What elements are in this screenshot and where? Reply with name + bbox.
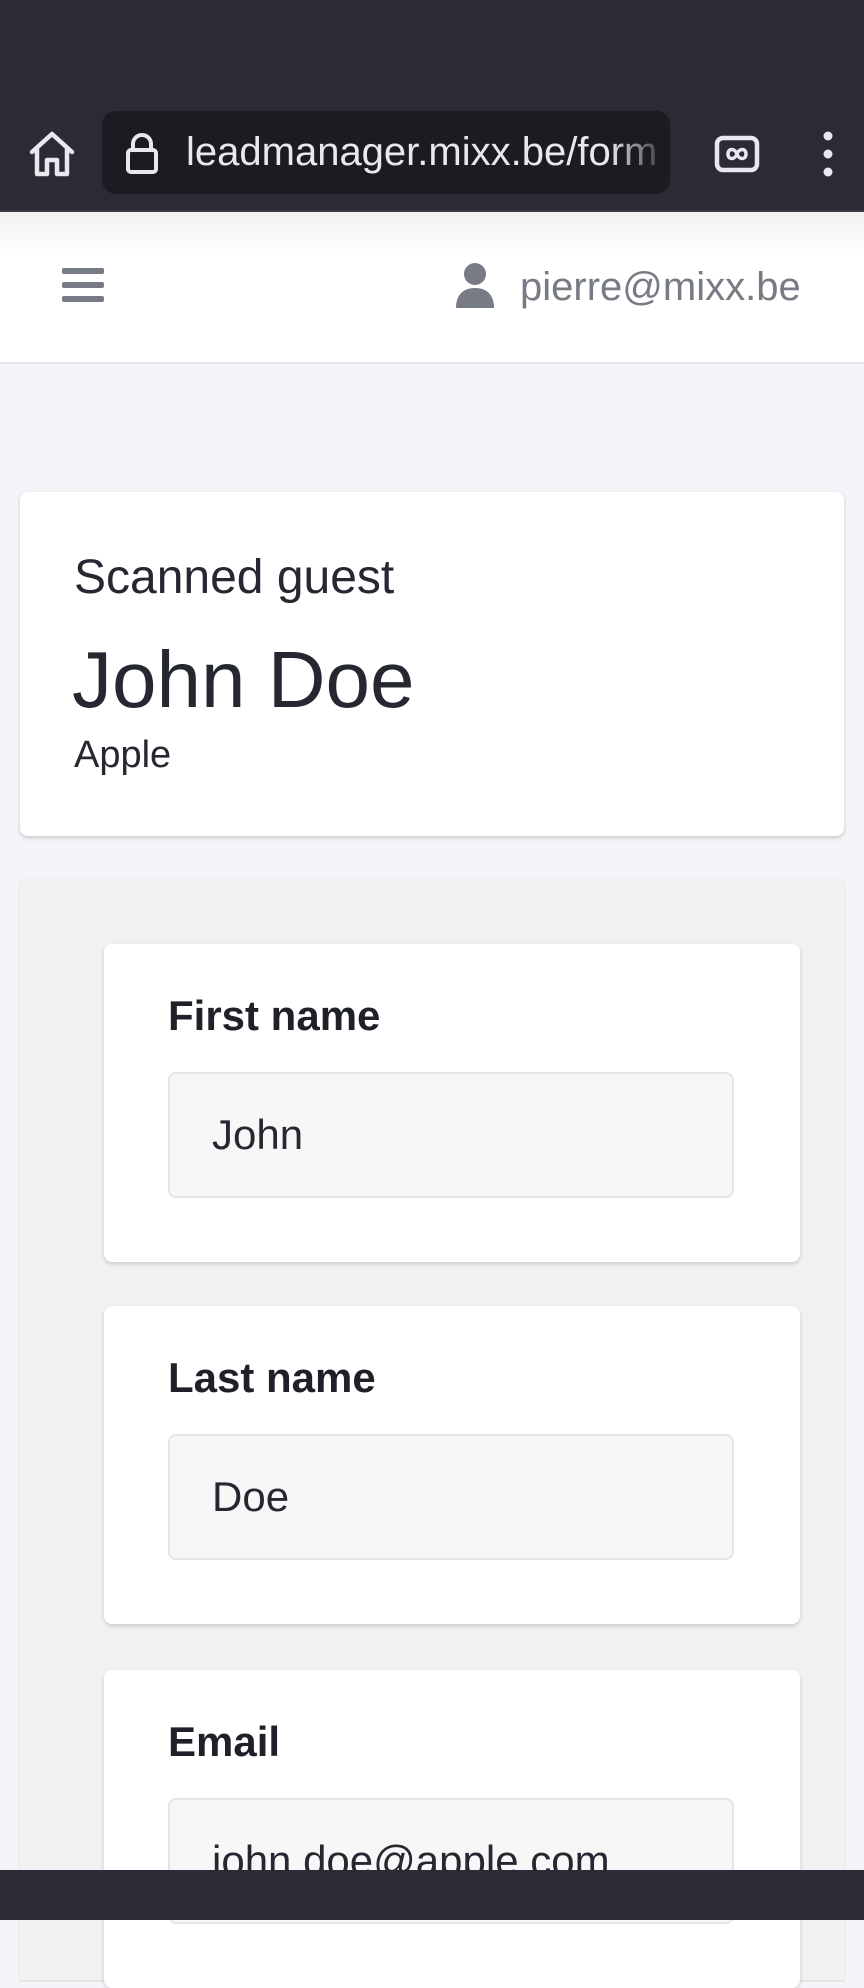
tab-switcher-icon (714, 135, 760, 173)
email-label: Email (168, 1718, 281, 1765)
address-bar-fade (610, 111, 670, 194)
browser-home-button[interactable] (24, 126, 80, 182)
guest-card-heading: Scanned guest (74, 551, 395, 604)
email-field-card: Email (104, 1670, 800, 1988)
first-name-field-card: First name (104, 944, 800, 1262)
address-bar-url: leadmanager.mixx.be/form (186, 130, 658, 174)
more-vert-icon (823, 131, 833, 177)
first-name-input[interactable] (168, 1072, 734, 1198)
menu-toggle-button[interactable] (62, 266, 104, 304)
user-email[interactable]: pierre@mixx.be (520, 262, 801, 312)
home-icon (29, 131, 75, 177)
tab-switcher-button[interactable] (712, 130, 762, 178)
guest-company: Apple (74, 734, 172, 776)
last-name-field-card: Last name (104, 1306, 800, 1624)
status-bar (0, 0, 864, 110)
scanned-guest-card: Scanned guest John Doe Apple (20, 492, 844, 836)
browser-menu-button[interactable] (808, 128, 848, 180)
last-name-label: Last name (168, 1354, 376, 1401)
guest-name: John Doe (72, 635, 415, 724)
last-name-input[interactable] (168, 1434, 734, 1560)
lead-form: First name Last name Email (20, 880, 844, 1988)
lock-icon (126, 133, 158, 174)
first-name-label: First name (168, 992, 381, 1039)
system-navigation-bar (0, 1870, 864, 1920)
address-bar[interactable]: leadmanager.mixx.be/form (102, 111, 670, 194)
hamburger-icon (62, 268, 104, 302)
user-icon (454, 262, 496, 310)
